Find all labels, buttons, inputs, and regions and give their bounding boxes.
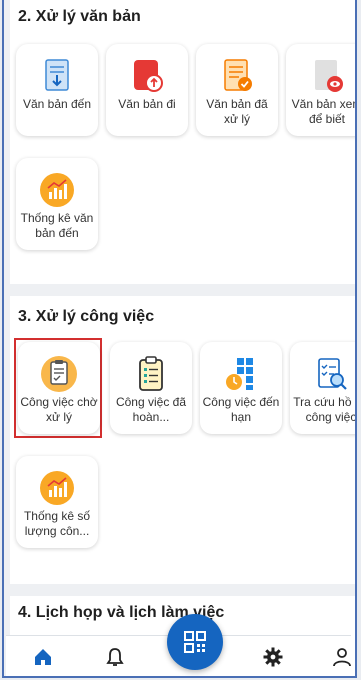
menu-item-label: Thống kê văn bản đến [20,211,94,240]
pending-tasks-icon [41,356,77,392]
view-document-icon [315,60,343,92]
gear-icon [263,647,283,667]
menu-item-document-statistics[interactable]: Thống kê văn bản đến [16,158,98,250]
bell-icon [106,648,124,666]
statistics-chart-icon [40,173,74,207]
outgoing-document-icon [134,60,163,92]
nav-account[interactable] [331,646,353,668]
completed-tasks-icon [139,356,163,391]
app-frame: 2. Xử lý văn bản Văn bản đến Văn bản đi [2,0,357,678]
menu-item-label: Văn bản đi [118,97,176,111]
menu-item-outgoing-documents[interactable]: Văn bản đi [106,44,188,136]
menu-item-search-task-records[interactable]: Tra cứu hồ sơ công việc [290,342,357,434]
nav-notifications[interactable] [104,646,126,668]
menu-item-processed-documents[interactable]: Văn bản đã xử lý [196,44,278,136]
home-icon [35,649,51,665]
section-title: 2. Xử lý văn bản [18,8,141,25]
menu-item-label: Công việc đến hạn [202,395,280,424]
nav-settings[interactable] [262,646,284,668]
user-icon [333,648,351,667]
section-title: 3. Xử lý công việc [18,308,155,325]
menu-item-task-statistics[interactable]: Thống kê số lượng côn... [16,456,98,548]
menu-item-due-tasks[interactable]: Công việc đến hạn [200,342,282,434]
menu-item-view-documents[interactable]: Văn bản xem để biết [286,44,357,136]
section-document-processing: 2. Xử lý văn bản Văn bản đến Văn bản đi [10,0,355,284]
menu-item-label: Công việc chờ xử lý [20,395,98,424]
menu-item-incoming-documents[interactable]: Văn bản đến [16,44,98,136]
qr-scan-button[interactable] [167,614,223,670]
menu-item-label: Công việc đã hoàn... [115,395,187,424]
menu-item-pending-tasks[interactable]: Công việc chờ xử lý [18,342,100,434]
incoming-document-icon [45,59,69,91]
qr-code-icon [184,631,206,653]
statistics-chart-icon [40,471,74,505]
processed-document-icon [224,59,252,91]
due-tasks-icon [226,358,253,390]
search-records-icon [318,358,347,390]
menu-item-label: Văn bản xem để biết [291,97,357,126]
menu-item-completed-tasks[interactable]: Công việc đã hoàn... [110,342,192,434]
section-task-processing: 3. Xử lý công việc Công việc chờ xử lý C… [10,296,355,584]
menu-item-label: Thống kê số lượng côn... [23,509,91,538]
nav-home[interactable] [32,646,54,668]
menu-item-label: Tra cứu hồ sơ công việc [293,395,357,424]
menu-item-label: Văn bản đến [22,97,92,111]
menu-item-label: Văn bản đã xử lý [206,97,268,126]
